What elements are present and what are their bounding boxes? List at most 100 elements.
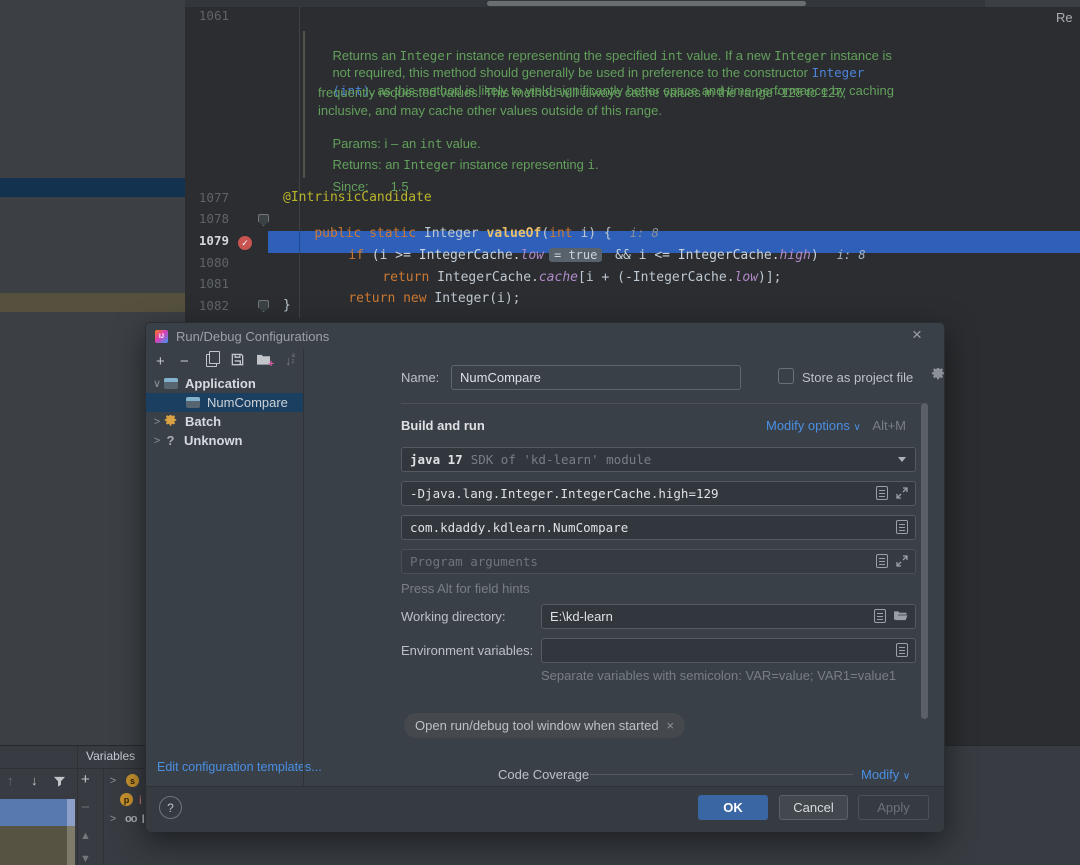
code-coverage-label: Code Coverage <box>498 767 590 782</box>
variables-tab[interactable]: Variables <box>86 749 135 763</box>
expand-list-icon[interactable] <box>876 554 888 568</box>
working-directory-value: E:\kd-learn <box>550 609 613 624</box>
expand-list-icon[interactable] <box>876 486 888 500</box>
browse-class-icon[interactable] <box>896 520 908 534</box>
chevron-right-icon[interactable]: > <box>150 435 164 447</box>
left-panel-selected-row[interactable] <box>0 178 185 197</box>
frames-scrollbar-thumb[interactable] <box>67 826 75 865</box>
move-up-icon[interactable]: ▲ <box>80 831 91 842</box>
remove-configuration-icon[interactable]: − <box>180 354 189 369</box>
remove-watch-icon[interactable]: − <box>81 800 90 815</box>
chevron-down-icon: ∨ <box>853 422 861 433</box>
environment-variables-label: Environment variables: <box>401 643 534 658</box>
breakpoint-icon[interactable]: ✓ <box>238 236 252 250</box>
unknown-type-icon: ? <box>166 433 175 448</box>
expand-list-icon[interactable] <box>874 609 886 623</box>
doc-code: i <box>587 157 596 172</box>
line-number-current: 1079 <box>198 233 229 248</box>
tree-item-application[interactable]: ∨ Application <box>146 374 303 393</box>
variable-row[interactable]: > oo I <box>106 809 145 828</box>
dialog-app-icon: IJ <box>155 330 168 343</box>
tree-item-batch[interactable]: > Batch <box>146 412 303 431</box>
tree-item-numcompare-selected[interactable]: NumCompare <box>146 393 303 412</box>
parameter-icon: p <box>120 793 133 806</box>
modify-options-shortcut: Alt+M <box>872 418 906 433</box>
chevron-right-icon[interactable]: > <box>150 416 164 428</box>
program-arguments-field[interactable]: Program arguments <box>401 549 916 574</box>
copy-configuration-icon[interactable] <box>206 351 220 367</box>
chip-close-icon[interactable]: × <box>667 718 675 733</box>
expand-field-icon[interactable] <box>896 487 908 499</box>
frame-row[interactable] <box>0 826 75 865</box>
step-down-icon[interactable]: ↓ <box>31 774 38 787</box>
code-text: )]; <box>758 270 782 285</box>
variable-row[interactable]: p i <box>120 790 142 809</box>
tree-panel-divider <box>303 349 304 786</box>
fold-marker[interactable] <box>258 300 269 312</box>
modify-options-link[interactable]: Modify options ∨ Alt+M <box>766 418 906 433</box>
working-directory-field[interactable]: E:\kd-learn <box>541 604 916 629</box>
frames-toolbar-divider <box>77 746 78 865</box>
chevron-right-icon[interactable]: > <box>106 813 120 825</box>
section-separator <box>401 403 921 404</box>
cancel-button[interactable]: Cancel <box>779 795 848 820</box>
open-tool-window-chip[interactable]: Open run/debug tool window when started … <box>404 713 686 738</box>
inline-debug-hint: i: 8 <box>836 248 866 262</box>
frames-scrollbar-thumb[interactable] <box>67 799 75 826</box>
left-panel-highlight-row[interactable] <box>0 293 185 312</box>
sort-configurations-icon[interactable]: ↓ a z <box>285 353 295 368</box>
batch-gear-icon <box>164 415 177 428</box>
frame-row-selected[interactable] <box>0 799 75 826</box>
code-coverage-modify-link[interactable]: Modify ∨ <box>861 767 910 782</box>
variables-panel-divider <box>103 768 104 865</box>
store-settings-gear-icon[interactable] <box>931 368 945 382</box>
jre-select[interactable]: java 17 SDK of 'kd-learn' module <box>401 447 916 472</box>
edit-templates-link[interactable]: Edit configuration templates... <box>157 760 322 774</box>
dialog-scrollbar-thumb[interactable] <box>921 403 928 719</box>
working-directory-label: Working directory: <box>401 609 506 624</box>
save-configuration-icon[interactable] <box>230 352 245 367</box>
new-folder-icon[interactable]: + <box>256 353 274 370</box>
horizontal-scrollbar-thumb[interactable] <box>487 1 806 6</box>
editor-top-strip-light <box>985 0 1080 7</box>
doc-paragraph-line: frequently requested values. This method… <box>318 85 847 100</box>
tree-item-label: NumCompare <box>207 395 288 410</box>
store-as-project-file-label[interactable]: Store as project file <box>802 370 913 385</box>
add-configuration-icon[interactable]: + <box>156 354 165 369</box>
chevron-right-icon[interactable]: > <box>106 775 120 787</box>
indent-guide <box>299 6 300 318</box>
fold-marker[interactable] <box>258 214 269 226</box>
browse-env-icon[interactable] <box>896 643 908 657</box>
close-icon[interactable]: × <box>912 325 922 345</box>
doc-comment-guide <box>303 31 305 178</box>
filter-funnel-icon[interactable] <box>53 776 66 789</box>
dialog-title: Run/Debug Configurations <box>176 329 330 344</box>
tree-item-label: Unknown <box>184 433 243 448</box>
step-up-icon[interactable]: ↑ <box>7 774 14 787</box>
chevron-down-icon[interactable]: ∨ <box>150 377 164 390</box>
ok-button[interactable]: OK <box>698 795 768 820</box>
ide-screen: Re 1061 1077 1078 1079 1080 1081 1082 ✓ … <box>0 0 1080 865</box>
line-number: 1077 <box>198 190 229 205</box>
line-number: 1078 <box>198 211 229 226</box>
help-button[interactable]: ? <box>159 796 182 819</box>
environment-variables-field[interactable] <box>541 638 916 663</box>
variables-header-divider <box>0 768 145 769</box>
main-class-field[interactable]: com.kdaddy.kdlearn.NumCompare <box>401 515 916 540</box>
move-down-icon[interactable]: ▼ <box>80 854 91 865</box>
tree-item-label: Batch <box>185 414 222 429</box>
watches-glasses-icon: oo <box>125 812 137 825</box>
code-line: } <box>283 298 291 313</box>
store-as-project-file-checkbox[interactable] <box>778 368 794 384</box>
vm-options-field[interactable]: -Djava.lang.Integer.IntegerCache.high=12… <box>401 481 916 506</box>
expand-field-icon[interactable] <box>896 555 908 567</box>
apply-button-disabled[interactable]: Apply <box>858 795 929 820</box>
name-field[interactable]: NumCompare <box>451 365 741 390</box>
line-number: 1081 <box>198 276 229 291</box>
tree-item-label: Application <box>185 376 256 391</box>
application-type-icon <box>164 378 178 389</box>
browse-folder-icon[interactable] <box>893 610 908 622</box>
add-watch-icon[interactable]: + <box>81 772 90 787</box>
program-arguments-placeholder: Program arguments <box>410 554 538 569</box>
tree-item-unknown[interactable]: > ? Unknown <box>146 431 303 450</box>
